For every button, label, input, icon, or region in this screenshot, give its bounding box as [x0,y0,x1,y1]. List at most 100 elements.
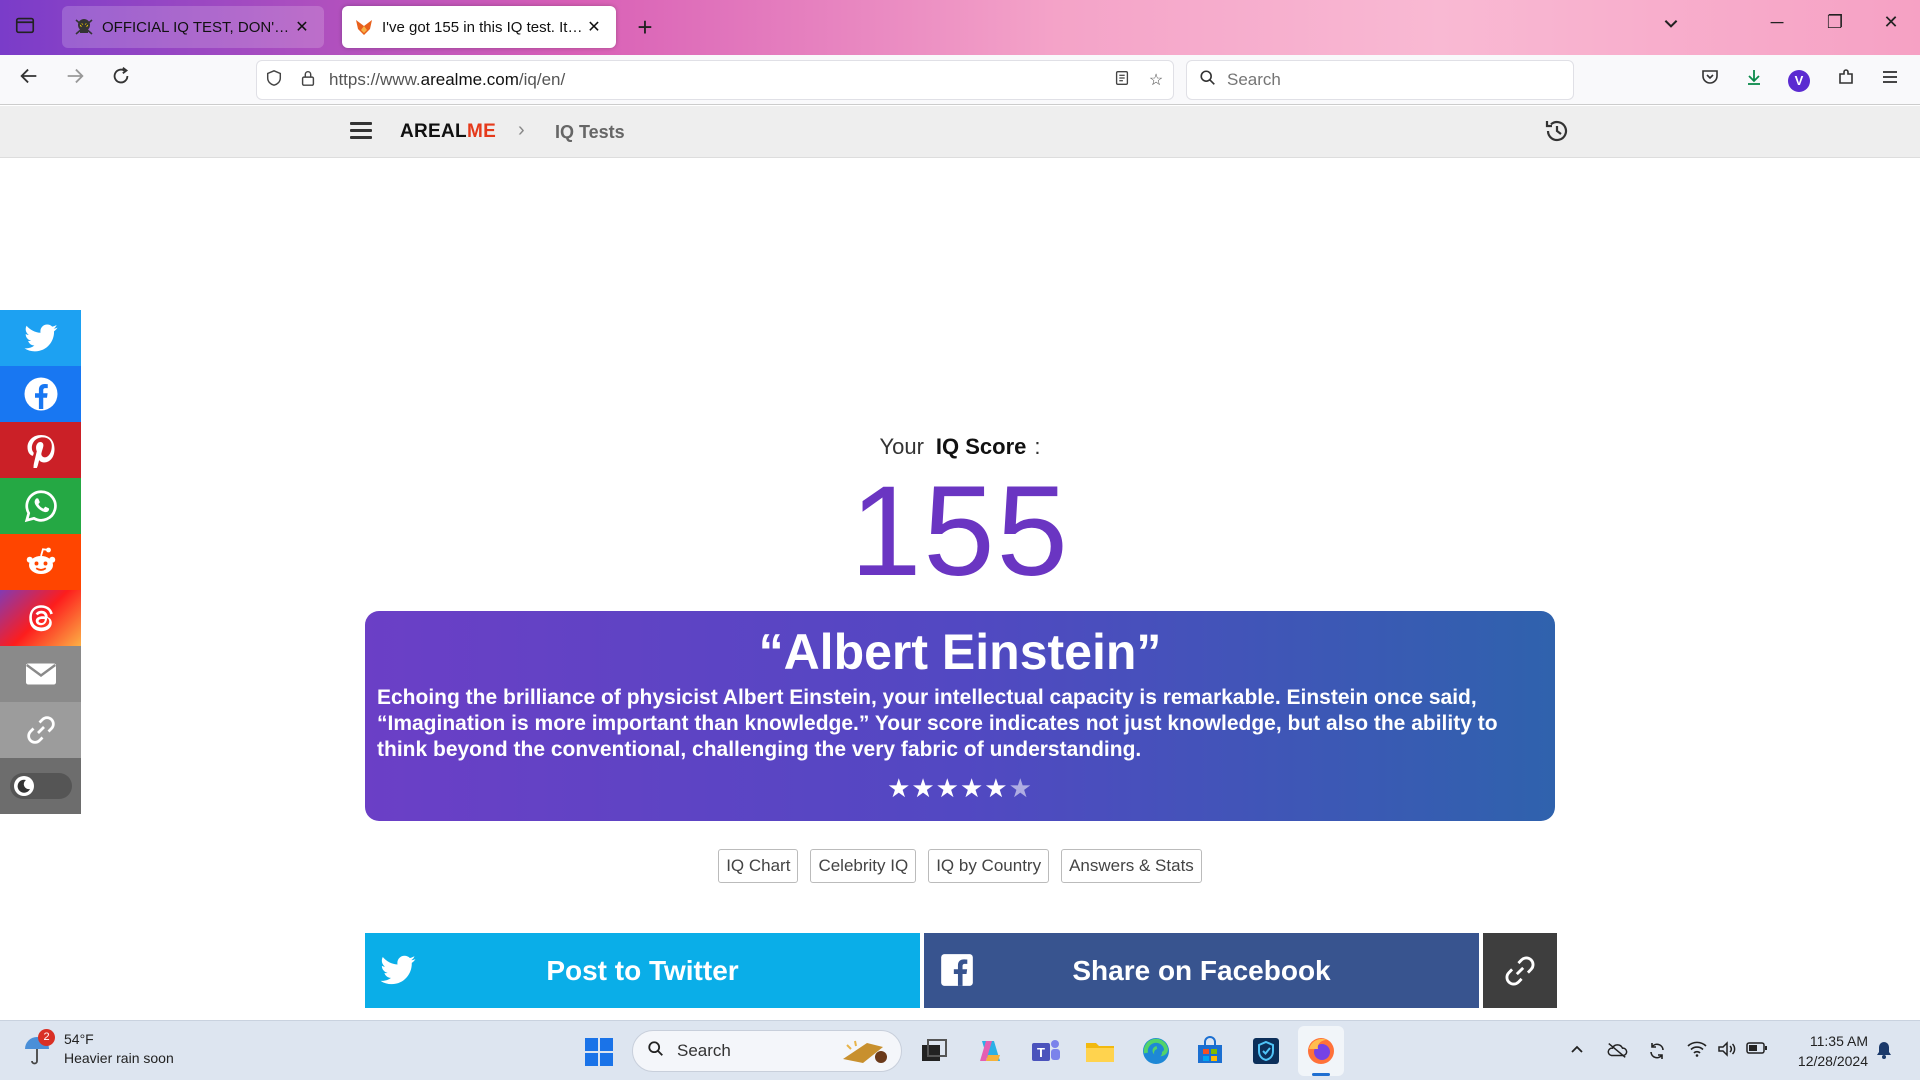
score-label: Your IQ Score: [879,434,1041,459]
twitter-button-label: Post to Twitter [546,954,739,986]
hamburger-menu-icon[interactable] [350,122,372,140]
address-bar[interactable]: https://www.arealme.com/iq/en/ ☆ [256,60,1174,100]
onedrive-offline-icon[interactable] [1606,1041,1628,1064]
microsoft-store-icon[interactable] [1194,1035,1226,1067]
twitter-bird-icon [24,324,57,352]
new-tab-plus-icon[interactable]: + [630,12,660,42]
breadcrumb-chevron-icon: › [518,119,525,141]
back-arrow-icon[interactable] [14,65,44,95]
clock-time: 11:35 AM [1809,1033,1868,1049]
browser-tab-bar: OFFICIAL IQ TEST, DON'T BE A ✕ I've got … [0,0,1920,55]
reader-view-icon[interactable] [1105,69,1139,92]
threads-icon [28,605,53,632]
site-header: AREALME › IQ Tests [0,106,1920,158]
weather-temperature: 54°F [64,1031,94,1047]
weather-description: Heavier rain soon [64,1050,174,1066]
tab-title: I've got 155 in this IQ test. It's c [382,18,584,36]
iq-score-value: 155 [850,460,1070,603]
file-explorer-icon[interactable] [1084,1035,1116,1067]
extensions-puzzle-icon[interactable] [1832,67,1860,94]
taskbar: 2 54°F Heavier rain soon Search T 11:35 … [0,1020,1920,1080]
link-iq-chart[interactable]: IQ Chart [718,849,799,883]
clock-date: 12/28/2024 [1797,1053,1868,1069]
site-logo[interactable]: AREALME [400,121,496,143]
copy-link-button[interactable] [1483,933,1557,1008]
bookmark-star-icon[interactable]: ☆ [1139,70,1173,90]
account-avatar[interactable]: V [1788,70,1810,92]
tracking-shield-icon[interactable] [257,69,291,92]
breadcrumb-iq-tests[interactable]: IQ Tests [555,122,625,143]
tab-overview-icon[interactable] [12,14,38,40]
star-rating: ★★★★★★ [377,773,1543,804]
sidebar-twitter-button[interactable] [0,310,81,366]
facebook-button-label: Share on Facebook [1072,954,1331,986]
sidebar-facebook-button[interactable] [0,366,81,422]
search-bar[interactable] [1186,60,1574,100]
empty-stars: ★ [1008,773,1033,803]
svg-text:T: T [1037,1045,1045,1060]
sidebar-email-button[interactable] [0,646,81,702]
notification-bell-icon[interactable] [1876,1041,1892,1064]
restore-icon[interactable]: ❐ [1820,12,1850,33]
link-chain-icon [26,716,55,744]
list-all-tabs-chevron-icon[interactable] [1662,14,1680,37]
close-window-icon[interactable]: ✕ [1876,12,1906,33]
search-icon [647,1040,665,1063]
search-input[interactable] [1227,70,1547,90]
sync-icon[interactable] [1646,1041,1668,1066]
forward-arrow-icon[interactable] [60,65,90,95]
filled-stars: ★★★★★ [887,773,1009,803]
wifi-icon[interactable] [1686,1041,1708,1062]
lock-icon[interactable] [291,69,325,92]
taskbar-search-box[interactable]: Search [632,1030,902,1072]
dark-mode-toggle[interactable] [0,758,81,814]
close-tab-icon[interactable]: ✕ [584,17,604,37]
battery-icon[interactable] [1746,1041,1768,1059]
facebook-square-icon [941,954,973,986]
app-menu-icon[interactable] [1876,67,1904,94]
umbrella-rain-icon: 2 [22,1029,55,1067]
copilot-icon[interactable] [974,1035,1006,1067]
pocket-icon[interactable] [1696,67,1724,94]
fox-favicon-icon [354,17,374,37]
related-links: IQ Chart Celebrity IQ IQ by Country Answ… [0,849,1920,883]
firefox-icon[interactable] [1305,1035,1337,1067]
link-answers-stats[interactable]: Answers & Stats [1061,849,1202,883]
taskbar-search-label: Search [677,1041,731,1060]
search-icon [1199,69,1217,92]
search-highlight-icon [837,1037,893,1072]
edge-icon[interactable] [1140,1035,1172,1067]
link-iq-by-country[interactable]: IQ by Country [928,849,1050,883]
task-view-icon[interactable] [918,1035,950,1067]
minimize-icon[interactable]: ─ [1762,12,1792,33]
url-text[interactable]: https://www.arealme.com/iq/en/ [325,70,1105,90]
browser-nav-bar: https://www.arealme.com/iq/en/ ☆ V [0,55,1920,105]
show-hidden-icons-chevron-icon[interactable] [1566,1041,1588,1062]
result-title: “Albert Einstein” [758,624,1162,680]
sidebar-copy-link-button[interactable] [0,702,81,758]
tab-iq-result[interactable]: I've got 155 in this IQ test. It's c ✕ [342,6,616,48]
close-tab-icon[interactable]: ✕ [292,17,312,37]
twitter-bird-icon [380,955,416,985]
tab-official-iq-test[interactable]: OFFICIAL IQ TEST, DON'T BE A ✕ [62,6,324,48]
weather-badge: 2 [38,1029,55,1046]
post-to-twitter-button[interactable]: Post to Twitter [365,933,920,1008]
link-celebrity-iq[interactable]: Celebrity IQ [810,849,917,883]
tab-title: OFFICIAL IQ TEST, DON'T BE A [102,18,292,36]
facebook-icon [24,377,57,411]
downloads-icon[interactable] [1740,67,1768,94]
link-chain-icon [1505,956,1535,985]
windows-start-icon[interactable] [584,1037,614,1067]
result-description: Echoing the brilliance of physicist Albe… [377,686,1498,761]
moon-toggle-icon [9,773,72,799]
system-clock[interactable]: 11:35 AM 12/28/2024 [1782,1031,1868,1071]
share-on-facebook-button[interactable]: Share on Facebook [924,933,1479,1008]
active-app-indicator [1312,1073,1330,1076]
history-icon[interactable] [1542,116,1572,146]
weather-widget[interactable]: 2 54°F Heavier rain soon [22,1029,174,1068]
security-app-icon[interactable] [1250,1035,1282,1067]
teams-icon[interactable]: T [1030,1035,1062,1067]
share-buttons-row: Post to Twitter Share on Facebook [365,933,1557,1008]
volume-icon[interactable] [1716,1041,1738,1062]
reload-icon[interactable] [106,65,136,95]
